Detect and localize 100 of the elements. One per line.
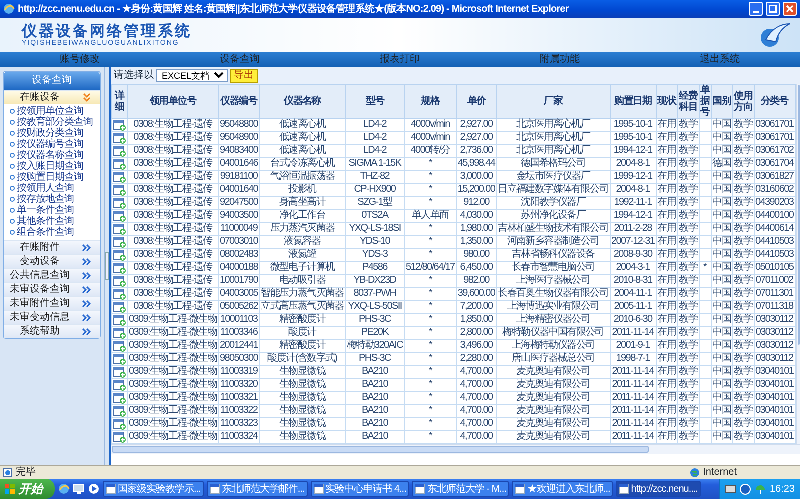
window-icon bbox=[106, 484, 116, 494]
sidebar-link[interactable]: 按入账日期查询 bbox=[4, 161, 100, 172]
horizontal-scrollbar[interactable] bbox=[111, 444, 800, 454]
detail-icon[interactable] bbox=[113, 146, 126, 156]
detail-icon[interactable] bbox=[113, 314, 126, 326]
taskbar-button[interactable]: 东北师范大学 - M... bbox=[412, 481, 510, 497]
section-label: 未审附件查询 bbox=[9, 296, 71, 311]
sidebar-link[interactable]: 其他条件查询 bbox=[4, 216, 100, 227]
table-cell: 在用 bbox=[656, 210, 678, 222]
sidebar-section[interactable]: 未审变动信息 bbox=[4, 310, 100, 324]
taskbar-button[interactable]: 国家级实验教学示... bbox=[103, 481, 204, 497]
table-cell: 教学 bbox=[678, 210, 699, 222]
close-button[interactable] bbox=[783, 2, 797, 16]
table-cell: 教学 bbox=[732, 378, 754, 392]
table-cell: 3,000.00 bbox=[456, 170, 497, 184]
detail-icon[interactable] bbox=[113, 288, 126, 300]
sidebar-link[interactable]: 单一条件查询 bbox=[4, 205, 100, 216]
sidebar-section[interactable]: 公共信息查询 bbox=[4, 268, 100, 282]
taskbar-button[interactable]: 东北师范大学邮件... bbox=[206, 481, 308, 497]
table-cell: 在用 bbox=[656, 378, 678, 392]
table-cell: 4,030.00 bbox=[456, 210, 497, 222]
detail-icon[interactable] bbox=[113, 184, 126, 196]
bullet-icon bbox=[10, 197, 15, 202]
media-launch-icon[interactable] bbox=[88, 483, 100, 495]
detail-icon[interactable] bbox=[113, 224, 126, 234]
sidebar-link[interactable]: 按领用人查询 bbox=[4, 183, 100, 194]
format-label: 请选择以 bbox=[114, 68, 154, 83]
detail-icon[interactable] bbox=[113, 340, 126, 352]
taskbar-button[interactable]: ★欢迎进入东北师... bbox=[512, 481, 614, 497]
section-label: 公共信息查询 bbox=[9, 268, 71, 283]
table-cell: 中国 bbox=[711, 262, 733, 274]
sidebar-section[interactable]: 未审设备查询 bbox=[4, 282, 100, 296]
maximize-button[interactable] bbox=[766, 2, 780, 16]
detail-icon[interactable] bbox=[113, 276, 126, 286]
sidebar-section[interactable]: 在账附件 bbox=[4, 240, 100, 254]
close-icon bbox=[786, 5, 794, 13]
section-label: 变动设备 bbox=[19, 254, 61, 269]
minimize-icon bbox=[753, 11, 759, 13]
table-cell: 教学 bbox=[732, 262, 754, 274]
sidebar-section[interactable]: 系统帮助 bbox=[4, 324, 100, 338]
detail-icon[interactable] bbox=[113, 198, 126, 208]
detail-icon[interactable] bbox=[113, 328, 126, 338]
taskbar-button[interactable]: http://zcc.nenu.... bbox=[616, 481, 701, 497]
detail-icon[interactable] bbox=[113, 302, 126, 312]
format-select[interactable]: EXCEL文档 bbox=[156, 69, 228, 82]
detail-icon[interactable] bbox=[113, 262, 126, 274]
sidebar-section[interactable]: 未审附件查询 bbox=[4, 296, 100, 310]
table-cell: 512/80/64/17 bbox=[404, 262, 456, 274]
chevron-down-icon bbox=[82, 92, 92, 102]
splitter-handle[interactable] bbox=[105, 252, 109, 280]
window-icon bbox=[210, 484, 220, 494]
detail-icon[interactable] bbox=[113, 172, 126, 182]
detail-icon[interactable] bbox=[113, 354, 126, 364]
table-cell: 03030112 bbox=[754, 326, 796, 340]
table-cell: 麦克奥迪有限公司 bbox=[496, 404, 610, 418]
minimize-button[interactable] bbox=[749, 2, 763, 16]
sidebar-link[interactable]: 按财政分类查询 bbox=[4, 128, 100, 139]
detail-icon[interactable] bbox=[113, 236, 126, 248]
detail-icon[interactable] bbox=[113, 432, 126, 442]
detail-icon[interactable] bbox=[113, 132, 126, 144]
sidebar-link[interactable]: 按领用单位查询 bbox=[4, 106, 100, 117]
desktop-launch-icon[interactable] bbox=[73, 483, 85, 495]
sidebar-link[interactable]: 按仪器名称查询 bbox=[4, 150, 100, 161]
table-cell: 中国 bbox=[711, 418, 733, 430]
network-icon bbox=[740, 484, 751, 494]
table-cell: 2010-8-31 bbox=[610, 274, 656, 288]
taskbar-button[interactable]: 实验中心申请书 4... bbox=[310, 481, 410, 497]
export-button[interactable]: 导出 bbox=[230, 68, 258, 82]
table-cell: 净化工作台 bbox=[260, 210, 346, 222]
ie-icon bbox=[3, 3, 15, 15]
detail-icon[interactable] bbox=[113, 406, 126, 416]
table-cell: 教学 bbox=[732, 158, 754, 170]
detail-icon[interactable] bbox=[113, 366, 126, 378]
vertical-scrollbar[interactable] bbox=[796, 84, 800, 444]
table-cell: 北京医用离心机厂 bbox=[496, 132, 610, 144]
detail-icon[interactable] bbox=[113, 250, 126, 260]
table-cell: 低速离心机 bbox=[260, 118, 346, 132]
ie-launch-icon[interactable] bbox=[58, 483, 70, 495]
column-header: 使用方向 bbox=[732, 84, 754, 118]
table-cell: 教学 bbox=[678, 392, 699, 404]
table-cell: 4,700.00 bbox=[456, 378, 497, 392]
sidebar-link[interactable]: 按存放地查询 bbox=[4, 194, 100, 205]
detail-icon[interactable] bbox=[113, 210, 126, 222]
sidebar-link[interactable]: 按仪器编号查询 bbox=[4, 139, 100, 150]
sidebar-section[interactable]: 变动设备 bbox=[4, 254, 100, 268]
clock: 16:23 bbox=[770, 482, 795, 496]
table-cell: 39,600.00 bbox=[456, 288, 497, 300]
detail-icon[interactable] bbox=[113, 380, 126, 390]
sidebar-link[interactable]: 组合条件查询 bbox=[4, 227, 100, 238]
detail-icon[interactable] bbox=[113, 158, 126, 170]
sidebar-link[interactable]: 按教育部分类查询 bbox=[4, 117, 100, 128]
bullet-icon bbox=[10, 109, 15, 114]
sidebar-section[interactable]: 在账设备 bbox=[4, 90, 100, 104]
detail-icon[interactable] bbox=[113, 418, 126, 430]
keyboard-icon bbox=[724, 484, 736, 494]
table-cell: 45,998.44 bbox=[456, 158, 497, 170]
sidebar-link[interactable]: 按购置日期查询 bbox=[4, 172, 100, 183]
detail-icon[interactable] bbox=[113, 392, 126, 404]
table-cell: 教学 bbox=[678, 340, 699, 352]
detail-icon[interactable] bbox=[113, 120, 126, 130]
